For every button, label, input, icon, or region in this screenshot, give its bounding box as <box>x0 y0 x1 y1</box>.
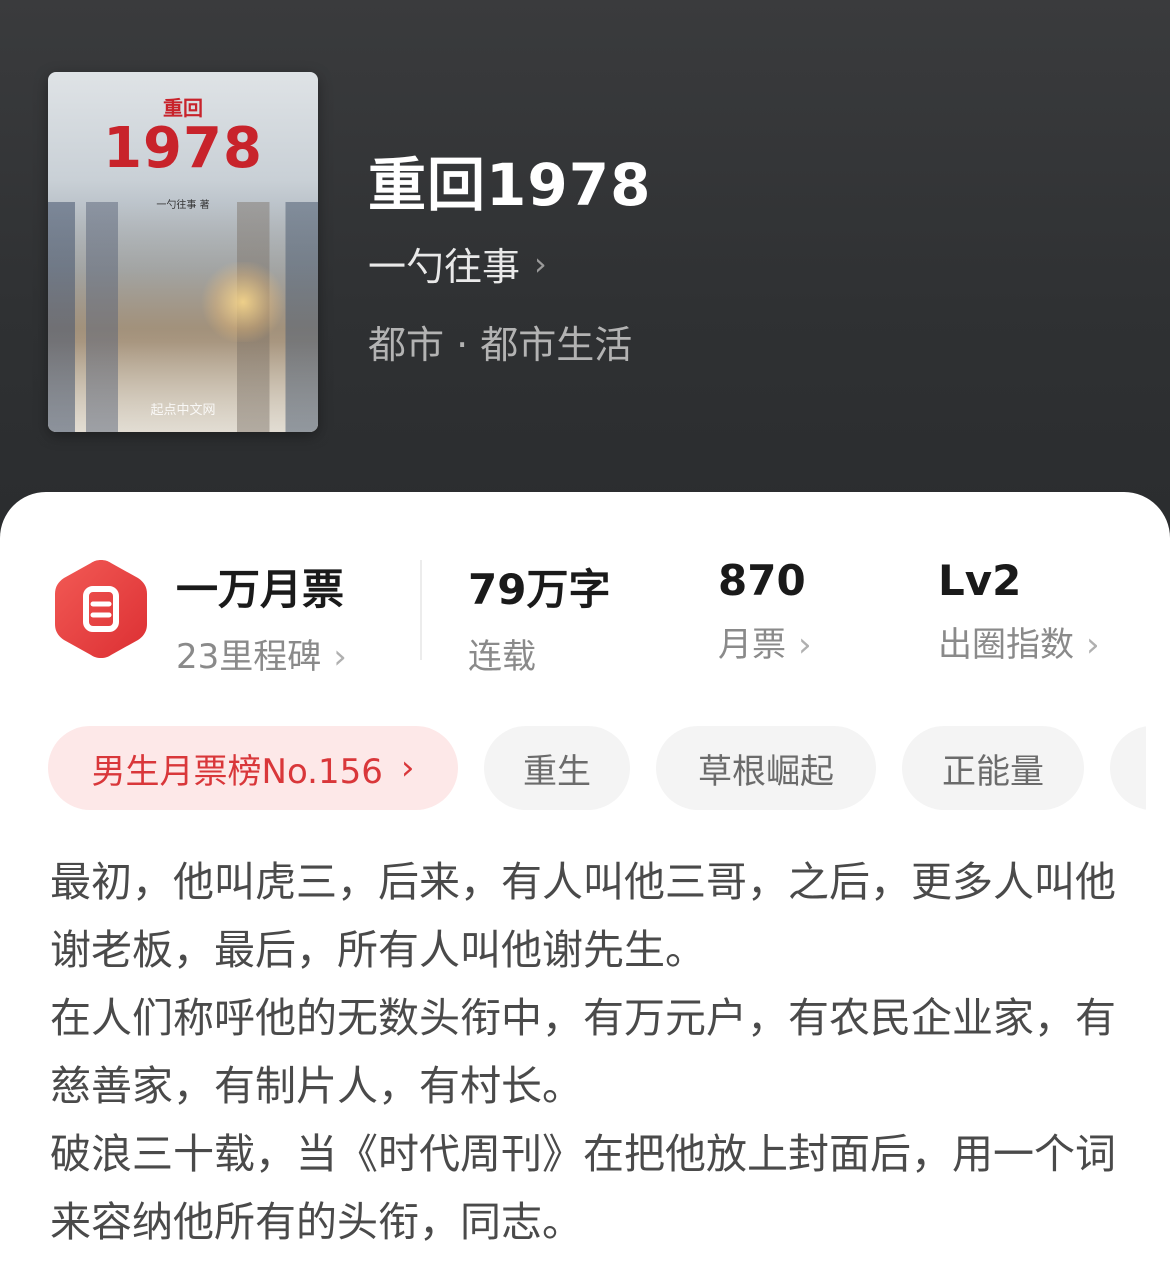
stat-level[interactable]: Lv2 出圈指数 › <box>938 556 1100 666</box>
ticket-hexagon-icon[interactable] <box>52 556 150 662</box>
stat-monthly-label-row: 月票 › <box>718 617 812 666</box>
cover-art-lights <box>198 262 288 342</box>
chevron-right-icon: › <box>333 637 347 677</box>
stat-monthly-label: 月票 <box>718 625 786 665</box>
stat-words-label: 连载 <box>468 637 536 677</box>
stat-words-value: 79万字 <box>468 565 611 614</box>
tag-item[interactable]: 重生 <box>484 726 630 810</box>
chevron-right-icon: › <box>798 625 812 665</box>
book-cover[interactable]: 重回 1978 一勺往事 著 起点中文网 <box>48 72 318 432</box>
stat-level-value: Lv2 <box>938 556 1022 605</box>
stat-monthly-value: 870 <box>718 556 806 605</box>
author-link[interactable]: 一勺往事 › <box>368 236 547 291</box>
genre-label: 都市 · 都市生活 <box>368 323 633 367</box>
chevron-right-icon: › <box>534 244 547 283</box>
stat-tickets-sub: 23里程碑 › <box>176 629 347 678</box>
stat-divider <box>420 560 422 660</box>
milestone-label: 23里程碑 <box>176 637 322 677</box>
tag-rank-label: 男生月票榜No.156 <box>91 751 383 792</box>
cover-title: 1978 <box>103 116 263 181</box>
chevron-right-icon: › <box>1086 625 1100 665</box>
tag-item[interactable]: 正能量 <box>902 726 1084 810</box>
cover-author: 一勺往事 著 <box>156 200 210 211</box>
cover-brand: 起点中文网 <box>150 403 216 418</box>
tag-item-partial[interactable] <box>1110 726 1146 810</box>
stat-level-label: 出圈指数 <box>938 625 1074 665</box>
tag-rank[interactable]: 男生月票榜No.156 › <box>48 726 458 810</box>
stat-tickets[interactable]: 一万月票 23里程碑 › <box>176 556 347 678</box>
description-paragraph: 在人们称呼他的无数头衔中，有万元户，有农民企业家，有慈善家，有制片人，有村长。 <box>50 994 1116 1110</box>
description-paragraph: 最初，他叫虎三，后来，有人叫他三哥，之后，更多人叫他谢老板，最后，所有人叫他谢先… <box>50 858 1116 974</box>
stat-monthly[interactable]: 870 月票 › <box>718 556 812 666</box>
book-description[interactable]: 最初，他叫虎三，后来，有人叫他三哥，之后，更多人叫他谢老板，最后，所有人叫他谢先… <box>50 848 1125 1256</box>
description-paragraph: 破浪三十载，当《时代周刊》在把他放上封面后，用一个词来容纳他所有的头衔，同志。 <box>50 1130 1116 1246</box>
author-name: 一勺往事 <box>368 245 521 289</box>
chevron-right-icon: › <box>400 748 415 788</box>
stat-level-label-row: 出圈指数 › <box>938 617 1100 666</box>
stat-tickets-title: 一万月票 <box>176 565 345 614</box>
tag-row: 男生月票榜No.156 › 重生 草根崛起 正能量 <box>48 726 1146 810</box>
book-title: 重回1978 <box>368 151 652 219</box>
tag-item[interactable]: 草根崛起 <box>656 726 876 810</box>
stat-words: 79万字 连载 <box>468 556 610 678</box>
